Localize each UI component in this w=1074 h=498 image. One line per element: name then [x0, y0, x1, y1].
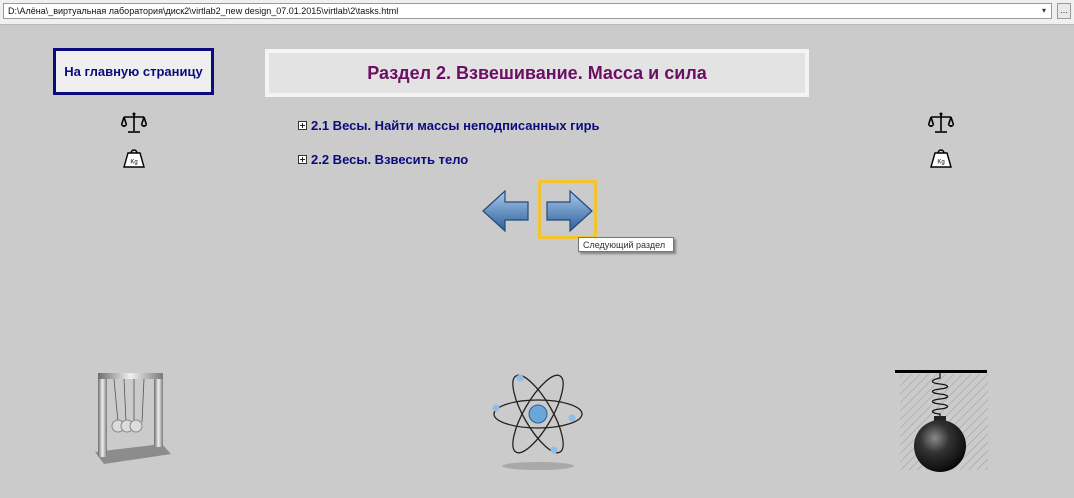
newtons-cradle-icon[interactable] [92, 370, 172, 470]
arrow-right-icon[interactable] [544, 189, 594, 233]
go-button[interactable]: ... [1057, 3, 1071, 19]
kg-weight-icon: Kg [123, 149, 145, 168]
address-bar: D:\Алёна\_виртуальная лаборатория\диск2\… [0, 0, 1074, 25]
task-label[interactable]: 2.1 Весы. Найти массы неподписанных гирь [311, 118, 600, 133]
svg-text:Kg: Kg [130, 160, 137, 166]
expand-icon[interactable] [298, 155, 307, 164]
spring-pendulum-icon[interactable] [892, 368, 988, 474]
atom-icon[interactable] [490, 368, 586, 472]
address-input[interactable]: D:\Алёна\_виртуальная лаборатория\диск2\… [3, 3, 1052, 19]
task-link-2-2[interactable]: 2.2 Весы. Взвесить тело [298, 152, 468, 167]
expand-icon[interactable] [298, 121, 307, 130]
kg-weight-icon: Kg [930, 149, 952, 168]
balance-scale-icon [928, 112, 954, 133]
chevron-down-icon[interactable]: ▾ [1038, 5, 1050, 17]
balance-scale-icon [121, 112, 147, 133]
next-section-tooltip: Следующий раздел [578, 237, 674, 252]
task-link-2-1[interactable]: 2.1 Весы. Найти массы неподписанных гирь [298, 118, 600, 133]
arrow-left-icon[interactable] [481, 189, 531, 233]
task-label[interactable]: 2.2 Весы. Взвесить тело [311, 152, 468, 167]
svg-text:Kg: Kg [937, 160, 944, 166]
page-title: Раздел 2. Взвешивание. Масса и сила [265, 49, 809, 97]
home-page-button[interactable]: На главную страницу [53, 48, 214, 95]
address-url: D:\Алёна\_виртуальная лаборатория\диск2\… [8, 6, 399, 16]
